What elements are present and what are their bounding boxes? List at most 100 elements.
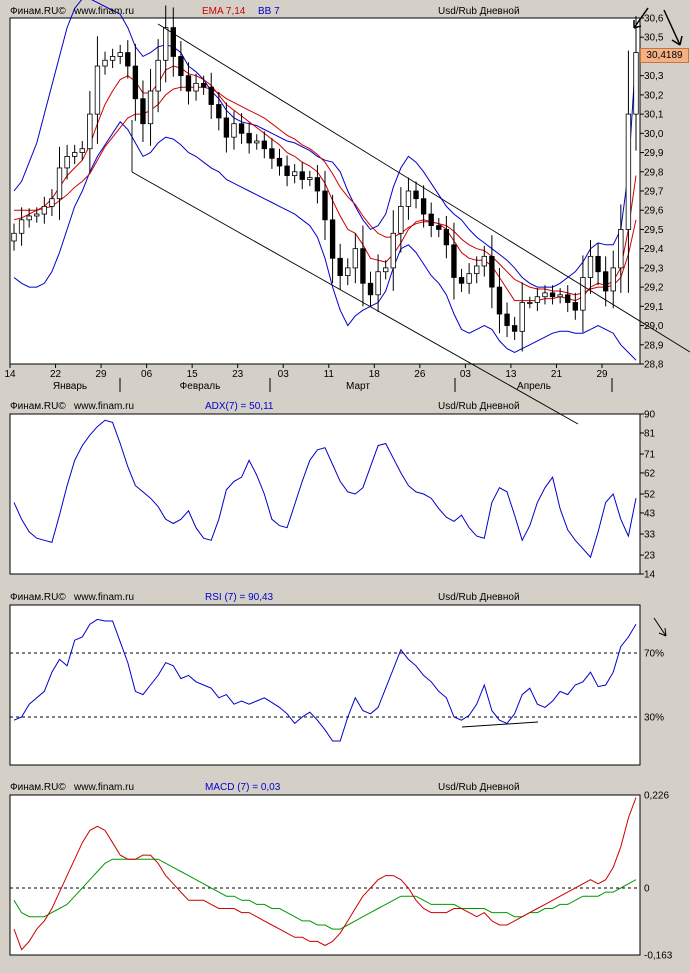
- rsi-y-tick-label: 70%: [644, 649, 664, 660]
- candle-body: [87, 113, 93, 150]
- chart-window: 28,8 28,9 29,0 29,1 29,2 29,3 29,4 29,5 29,6 29,7…: [0, 0, 690, 970]
- price-x-tick-label: 21: [551, 369, 563, 380]
- candle-body: [360, 248, 366, 284]
- candle-body: [451, 244, 457, 278]
- candle-body: [276, 157, 283, 167]
- candle-body: [64, 155, 70, 169]
- candle-body: [352, 248, 359, 269]
- candle-body: [436, 225, 442, 230]
- candle-body: [337, 257, 343, 276]
- adx-plot-area: [9, 413, 641, 575]
- rsi-label: RSI (7) = 90,43: [205, 592, 274, 603]
- candle-body: [345, 267, 351, 276]
- candle-body: [474, 265, 480, 275]
- candle-body: [291, 171, 298, 177]
- candle-body: [307, 177, 313, 180]
- adx-y-tick-label: 43: [644, 508, 656, 519]
- macd-plot-area: [9, 794, 641, 956]
- candle-body: [246, 132, 252, 144]
- candle-body: [163, 27, 169, 61]
- instrument-label: Usd/Rub Дневной: [438, 401, 520, 412]
- candle-body: [117, 52, 123, 57]
- candle-body: [466, 273, 472, 284]
- source-label: Финам.RU©: [10, 592, 66, 603]
- candle-body: [49, 198, 55, 207]
- price-x-tick-label: 26: [414, 369, 426, 380]
- candle-body: [496, 286, 503, 315]
- month-label: Апрель: [517, 381, 551, 392]
- month-label: Март: [346, 381, 370, 392]
- instrument-label: Usd/Rub Дневной: [438, 592, 520, 603]
- candle-body: [223, 117, 230, 138]
- price-panel: 28,8 28,9 29,0 29,1 29,2 29,3 29,4 29,5 29,6 29,7…: [4, 0, 664, 392]
- candle-body: [504, 313, 510, 326]
- price-y-tick-label: 29,7: [644, 187, 664, 198]
- candle-body: [420, 198, 427, 215]
- candle-body: [557, 294, 563, 298]
- macd-y-tick-label: 0,226: [644, 791, 669, 802]
- candle-body: [208, 86, 214, 105]
- candle-body: [140, 98, 146, 125]
- candle-body: [299, 171, 305, 180]
- candle-body: [519, 302, 525, 332]
- candle-body: [178, 56, 184, 77]
- candle-body: [18, 219, 25, 234]
- candle-body: [534, 296, 541, 303]
- site-label: www.finam.ru: [74, 592, 135, 603]
- rsi-annotation-arrow: [653, 617, 667, 637]
- price-y-tick-label: 30,2: [644, 90, 664, 101]
- adx-y-tick-label: 23: [644, 551, 656, 562]
- price-x-tick-label: 18: [369, 369, 381, 380]
- candle-body: [549, 292, 556, 298]
- last-price-value: 30,4189: [646, 50, 683, 61]
- instrument-label: Usd/Rub Дневной: [438, 782, 520, 793]
- last-price-tag: 30,4189: [640, 48, 689, 63]
- macd-header: Финам.RU© www.finam.ru MACD (7) = 0,03 U…: [10, 781, 640, 795]
- source-label: Финам.RU©: [10, 401, 66, 412]
- price-x-tick-label: 15: [187, 369, 199, 380]
- candle-body: [314, 177, 321, 192]
- candle-body: [572, 302, 578, 311]
- price-x-tick-label: 13: [505, 369, 517, 380]
- adx-panel: 14 23 33 43 52 62 71 81 90: [9, 410, 656, 581]
- candle-body: [481, 255, 487, 267]
- price-x-tick-label: 29: [596, 369, 608, 380]
- candle-body: [231, 123, 237, 138]
- candle-body: [367, 282, 374, 296]
- price-y-tick-label: 30,5: [644, 33, 664, 44]
- price-y-tick-label: 30,3: [644, 71, 664, 82]
- macd-label: MACD (7) = 0,03: [205, 782, 281, 793]
- candle-body: [405, 190, 412, 207]
- candle-body: [284, 165, 290, 177]
- candle-body: [580, 277, 586, 311]
- candle-body: [200, 82, 207, 88]
- adx-y-tick-label: 81: [644, 428, 656, 439]
- candle-body: [72, 152, 78, 157]
- price-x-tick-label: 29: [96, 369, 108, 380]
- price-y-tick-label: 28,8: [644, 360, 664, 371]
- candle-body: [625, 113, 632, 230]
- price-header: Финам.RU© www.finam.ru EMA 7,14 BB 7 Usd…: [10, 5, 640, 19]
- adx-y-tick-label: 52: [644, 490, 656, 501]
- site-label: www.finam.ru: [74, 6, 135, 17]
- candle-body: [390, 232, 396, 269]
- candle-body: [413, 190, 419, 200]
- candle-body: [193, 82, 199, 92]
- candle-body: [489, 255, 495, 288]
- price-x-tick-label: 22: [50, 369, 62, 380]
- candle-body: [109, 56, 116, 61]
- candle-body: [618, 229, 624, 269]
- candle-body: [633, 52, 639, 115]
- price-y-tick-label: 30,6: [644, 14, 664, 25]
- candle-body: [458, 277, 465, 284]
- macd-panel: -0,163 0 0,226: [9, 791, 673, 962]
- site-label: www.finam.ru: [74, 782, 135, 793]
- candle-body: [34, 213, 40, 217]
- rsi-y-tick-label: 30%: [644, 713, 664, 724]
- candle-body: [527, 302, 533, 304]
- price-y-tick-label: 29,8: [644, 167, 664, 178]
- candle-body: [383, 267, 389, 273]
- candle-body: [428, 213, 434, 226]
- rsi-plot-area: [9, 604, 641, 766]
- candle-body: [269, 148, 275, 159]
